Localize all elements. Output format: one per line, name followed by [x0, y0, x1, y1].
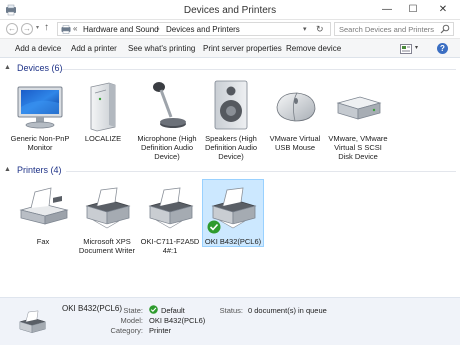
- printer-item-fax[interactable]: Fax: [12, 180, 74, 246]
- device-item-microphone[interactable]: Microphone (High Definition Audio Device…: [136, 77, 198, 161]
- details-status-label: Status:: [219, 306, 243, 315]
- details-status-value: 0 document(s) in queue: [248, 306, 327, 315]
- printer-label: OKI-C711-F2A5D 4#:1: [140, 237, 200, 255]
- details-state-label: State:: [123, 306, 143, 315]
- device-item-monitor[interactable]: Generic Non-PnP Monitor: [9, 77, 71, 152]
- breadcrumb-hardware-and-sound[interactable]: Hardware and Sound: [83, 25, 159, 34]
- collapse-chevron-icon[interactable]: ▲: [4, 166, 11, 173]
- print-server-properties-button[interactable]: Print server properties: [203, 44, 282, 53]
- address-path-box[interactable]: « Hardware and Sound › Devices and Print…: [57, 22, 331, 36]
- maximize-button[interactable]: ☐: [400, 0, 426, 20]
- group-divider: [62, 69, 456, 70]
- mouse-icon: [276, 92, 316, 122]
- help-icon[interactable]: ?: [437, 43, 448, 54]
- remove-device-button[interactable]: Remove device: [286, 44, 341, 53]
- recent-locations-chevron-icon[interactable]: ▾: [36, 24, 39, 31]
- control-panel-icon: [61, 25, 71, 34]
- group-header-printers[interactable]: ▲ Printers (4): [4, 165, 456, 177]
- change-view-icon[interactable]: [400, 44, 412, 54]
- speaker-icon: [214, 80, 248, 130]
- default-printer-check-icon: [207, 220, 221, 234]
- group-label-printers: Printers (4): [17, 165, 62, 175]
- device-label: VMware, VMware Virtual S SCSI Disk Devic…: [328, 134, 388, 161]
- monitor-icon: [17, 86, 63, 129]
- back-button[interactable]: ←: [6, 23, 18, 35]
- computer-tower-icon: [90, 82, 116, 132]
- device-label: Speakers (High Definition Audio Device): [204, 134, 258, 161]
- device-item-scsi-disk[interactable]: VMware, VMware Virtual S SCSI Disk Devic…: [327, 77, 389, 161]
- details-model-label: Model:: [120, 316, 143, 325]
- search-icon[interactable]: [440, 24, 450, 34]
- printer-label: Microsoft XPS Document Writer: [78, 237, 136, 255]
- up-button[interactable]: ↑: [44, 22, 49, 33]
- device-label: Generic Non-PnP Monitor: [10, 134, 70, 152]
- printer-icon: [148, 187, 194, 229]
- details-category-value: Printer: [149, 326, 172, 335]
- printer-icon: [85, 187, 131, 229]
- device-label: VMware Virtual USB Mouse: [269, 134, 321, 152]
- disk-drive-icon: [336, 96, 382, 120]
- close-button[interactable]: ✕: [426, 0, 460, 20]
- add-device-button[interactable]: Add a device: [15, 44, 61, 53]
- printer-item-xps-writer[interactable]: Microsoft XPS Document Writer: [76, 180, 138, 255]
- group-header-devices[interactable]: ▲ Devices (6): [4, 63, 456, 75]
- printer-label: Fax: [36, 237, 50, 246]
- device-item-speakers[interactable]: Speakers (High Definition Audio Device): [200, 77, 262, 161]
- printer-item-oki-c711[interactable]: OKI-C711-F2A5D 4#:1: [139, 180, 201, 255]
- search-box[interactable]: Search Devices and Printers: [334, 22, 454, 36]
- device-label: LOCALIZE: [84, 134, 122, 143]
- devices-content-area: ▲ Devices (6) Generic Non-PnP Monitor LO…: [0, 58, 460, 297]
- minimize-button[interactable]: —: [374, 0, 400, 20]
- details-model-value: OKI B432(PCL6): [149, 316, 206, 325]
- breadcrumb-devices-and-printers[interactable]: Devices and Printers: [166, 25, 240, 34]
- details-state-value: Default: [161, 306, 185, 315]
- device-label: Microphone (High Definition Audio Device…: [137, 134, 197, 161]
- add-printer-button[interactable]: Add a printer: [71, 44, 117, 53]
- title-bar: Devices and Printers — ☐ ✕: [0, 0, 460, 20]
- group-label-devices: Devices (6): [17, 63, 63, 73]
- forward-button[interactable]: →: [21, 23, 33, 35]
- printer-label: OKI B432(PCL6): [204, 237, 262, 246]
- device-item-usb-mouse[interactable]: VMware Virtual USB Mouse: [264, 77, 326, 152]
- fax-icon: [19, 187, 69, 225]
- breadcrumb-separator: ›: [157, 24, 160, 33]
- refresh-icon[interactable]: ↻: [316, 24, 324, 35]
- status-ok-icon: [149, 305, 158, 314]
- group-divider: [66, 171, 456, 172]
- details-pane: OKI B432(PCL6) State: Default Model: OKI…: [0, 297, 460, 345]
- details-category-label: Category:: [110, 326, 143, 335]
- see-whats-printing-button[interactable]: See what's printing: [128, 44, 195, 53]
- device-item-computer[interactable]: LOCALIZE: [72, 77, 134, 143]
- path-dropdown-icon[interactable]: ▾: [303, 25, 307, 33]
- microphone-icon: [153, 82, 186, 128]
- collapse-chevron-icon[interactable]: ▲: [4, 64, 11, 71]
- view-options-chevron-icon[interactable]: ▾: [415, 44, 418, 51]
- printer-item-oki-b432[interactable]: OKI B432(PCL6): [202, 179, 264, 247]
- search-input[interactable]: Search Devices and Printers: [339, 25, 434, 34]
- address-bar: ← → ▾ ↑ « Hardware and Sound › Devices a…: [0, 20, 460, 38]
- overflow-crumb[interactable]: «: [73, 24, 77, 33]
- command-bar: Add a device Add a printer See what's pr…: [0, 38, 460, 58]
- printer-icon: [18, 310, 47, 334]
